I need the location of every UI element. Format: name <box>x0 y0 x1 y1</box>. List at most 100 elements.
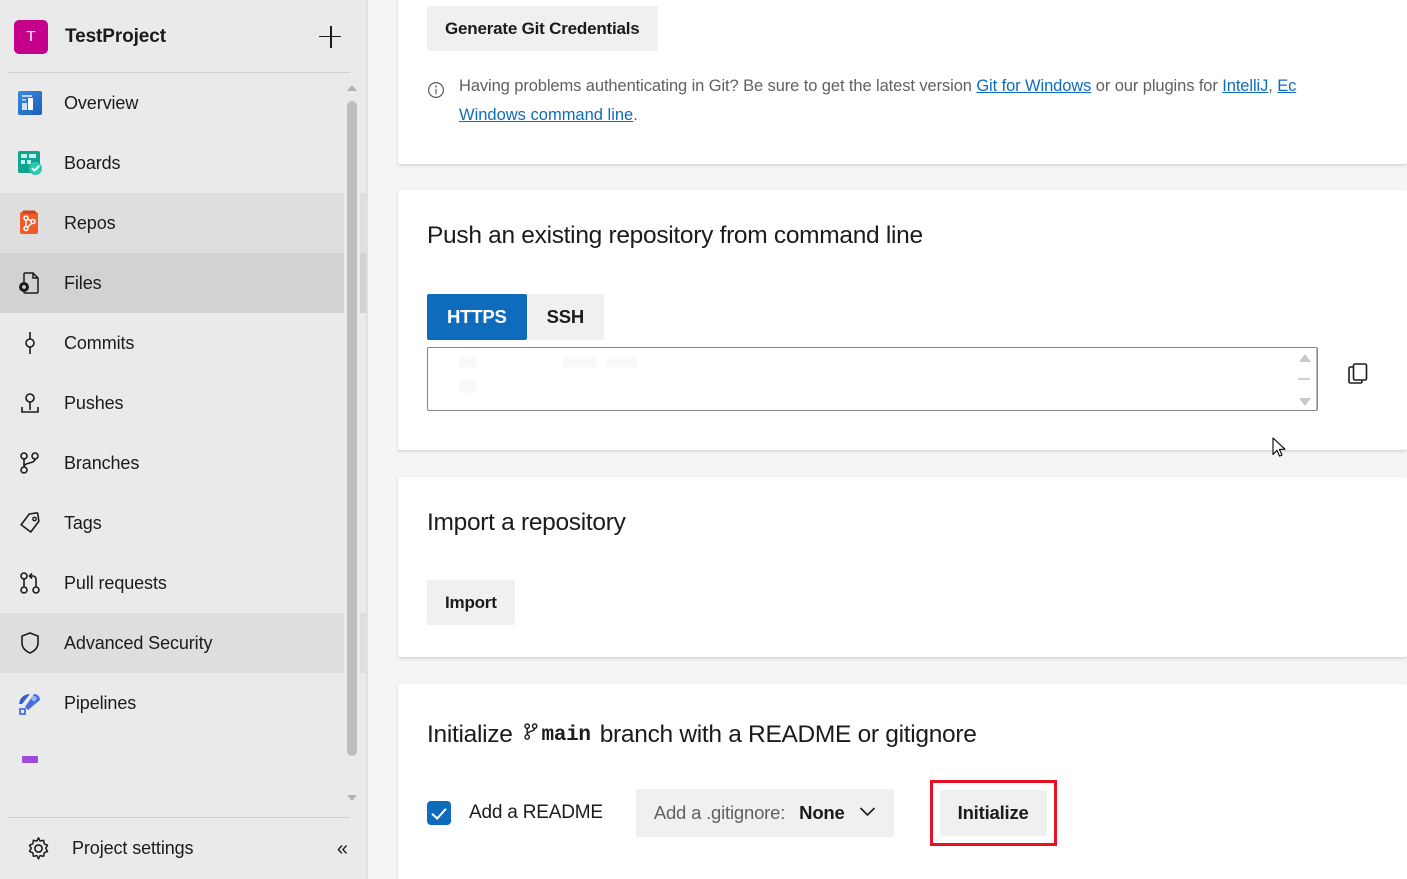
windows-command-line-link[interactable]: Windows command line <box>459 106 633 124</box>
tab-ssh[interactable]: SSH <box>527 294 604 340</box>
gitignore-value: None <box>799 802 844 824</box>
sidebar-item-label: Overview <box>64 93 138 114</box>
scrollbar-thumb[interactable] <box>347 101 357 756</box>
command-textbox[interactable] <box>427 347 1318 411</box>
eclipse-link[interactable]: Ec <box>1277 77 1296 95</box>
project-avatar-initial: T <box>26 28 35 45</box>
tab-https[interactable]: HTTPS <box>427 294 527 340</box>
sidebar-scrollbar[interactable] <box>344 73 360 817</box>
scroll-down-icon[interactable] <box>347 795 357 805</box>
push-card-title: Push an existing repository from command… <box>427 222 923 250</box>
initialize-button[interactable]: Initialize <box>940 790 1047 836</box>
loading-skeleton <box>606 357 637 367</box>
protocol-tabs: HTTPS SSH <box>427 294 604 340</box>
info-icon <box>427 81 447 104</box>
project-settings-label: Project settings <box>72 838 193 859</box>
sidebar-item-label: Pull requests <box>64 573 167 594</box>
loading-skeleton <box>459 357 476 367</box>
sidebar-item-pushes[interactable]: Pushes <box>0 373 368 433</box>
scrollbar-divider <box>1316 348 1317 411</box>
sidebar-item-pull-requests[interactable]: Pull requests <box>0 553 368 613</box>
boards-icon <box>10 143 50 183</box>
sidebar-item-label: Files <box>64 273 102 294</box>
info-period: . <box>633 106 638 124</box>
overview-icon <box>10 83 50 123</box>
sidebar-item-label: Boards <box>64 153 120 174</box>
init-title-suffix: branch with a README or gitignore <box>600 721 977 749</box>
intellij-link[interactable]: IntelliJ <box>1222 77 1268 95</box>
git-credentials-card: Generate Git Credentials Having problems… <box>398 0 1407 164</box>
collapse-sidebar-button[interactable]: « <box>337 839 348 859</box>
sidebar-item-label: Pipelines <box>64 693 136 714</box>
sidebar-item-label: Branches <box>64 453 139 474</box>
git-for-windows-link[interactable]: Git for Windows <box>976 77 1091 95</box>
initialize-controls: Add a README Add a .gitignore: None Init… <box>427 780 1057 846</box>
command-scrollbar[interactable] <box>1295 350 1313 410</box>
loading-skeleton <box>563 357 596 367</box>
push-repository-card: Push an existing repository from command… <box>398 190 1407 450</box>
project-avatar: T <box>14 20 48 54</box>
scroll-up-icon[interactable] <box>347 85 357 95</box>
info-mid: or our plugins for <box>1091 77 1222 95</box>
sidebar-item-repos[interactable]: Repos <box>0 193 368 253</box>
init-title-prefix: Initialize <box>427 721 513 749</box>
sidebar-item-label: Tags <box>64 513 102 534</box>
import-repository-card: Import a repository Import <box>398 477 1407 657</box>
pushes-icon <box>10 383 50 423</box>
repos-icon <box>10 203 50 243</box>
project-name: TestProject <box>65 26 318 48</box>
add-project-button[interactable] <box>318 24 344 50</box>
main-content: Generate Git Credentials Having problems… <box>368 0 1407 879</box>
command-row <box>427 347 1377 411</box>
copy-icon[interactable] <box>1339 355 1377 393</box>
sidebar-item-branches[interactable]: Branches <box>0 433 368 493</box>
commits-icon <box>10 323 50 363</box>
branch-icon <box>522 722 539 749</box>
artifacts-icon <box>10 743 50 783</box>
pipelines-icon <box>10 683 50 723</box>
git-auth-info-line1: Having problems authenticating in Git? B… <box>459 72 1296 101</box>
git-auth-info-line2: Windows command line. <box>459 101 1296 130</box>
sidebar-nav: Overview Boards <box>0 73 368 817</box>
project-sidebar: T TestProject Overvi <box>0 0 368 879</box>
initialize-card-title: Initialize main branch with a README or … <box>427 721 977 749</box>
files-icon <box>10 263 50 303</box>
sidebar-item-commits[interactable]: Commits <box>0 313 368 373</box>
shield-icon <box>10 623 50 663</box>
sidebar-item-tags[interactable]: Tags <box>0 493 368 553</box>
scrollbar-thumb[interactable] <box>1298 378 1310 380</box>
gear-icon <box>18 829 58 869</box>
sidebar-item-project-settings[interactable]: Project settings « <box>8 817 350 879</box>
add-readme-label: Add a README <box>469 802 603 824</box>
initialize-button-highlight: Initialize <box>930 780 1057 846</box>
branch-name: main <box>542 724 591 747</box>
gitignore-dropdown[interactable]: Add a .gitignore: None <box>636 789 894 837</box>
gitignore-prefix: Add a .gitignore: <box>654 802 785 824</box>
branches-icon <box>10 443 50 483</box>
add-readme-checkbox[interactable] <box>427 801 451 825</box>
sidebar-item-label: Advanced Security <box>64 633 212 654</box>
pull-requests-icon <box>10 563 50 603</box>
sidebar-item-label: Repos <box>64 213 116 234</box>
loading-skeleton <box>459 380 476 393</box>
tags-icon <box>10 503 50 543</box>
import-button[interactable]: Import <box>427 580 515 625</box>
initialize-repository-card: Initialize main branch with a README or … <box>398 684 1407 879</box>
sidebar-item-label: Commits <box>64 333 134 354</box>
sidebar-item-boards[interactable]: Boards <box>0 133 368 193</box>
sidebar-item-advanced-security[interactable]: Advanced Security <box>0 613 368 673</box>
info-comma: , <box>1268 77 1277 95</box>
sidebar-item-overview[interactable]: Overview <box>0 73 368 133</box>
sidebar-item-partial[interactable] <box>0 733 368 793</box>
info-prefix: Having problems authenticating in Git? B… <box>459 77 976 95</box>
generate-git-credentials-button[interactable]: Generate Git Credentials <box>427 6 658 51</box>
sidebar-item-pipelines[interactable]: Pipelines <box>0 673 368 733</box>
app-root: T TestProject Overvi <box>0 0 1407 879</box>
project-header: T TestProject <box>0 0 368 73</box>
scroll-down-icon[interactable] <box>1299 398 1311 406</box>
chevron-down-icon <box>859 804 876 822</box>
sidebar-item-label: Pushes <box>64 393 123 414</box>
git-auth-info: Having problems authenticating in Git? B… <box>427 72 1407 130</box>
scroll-up-icon[interactable] <box>1299 354 1311 362</box>
sidebar-item-files[interactable]: Files <box>0 253 368 313</box>
